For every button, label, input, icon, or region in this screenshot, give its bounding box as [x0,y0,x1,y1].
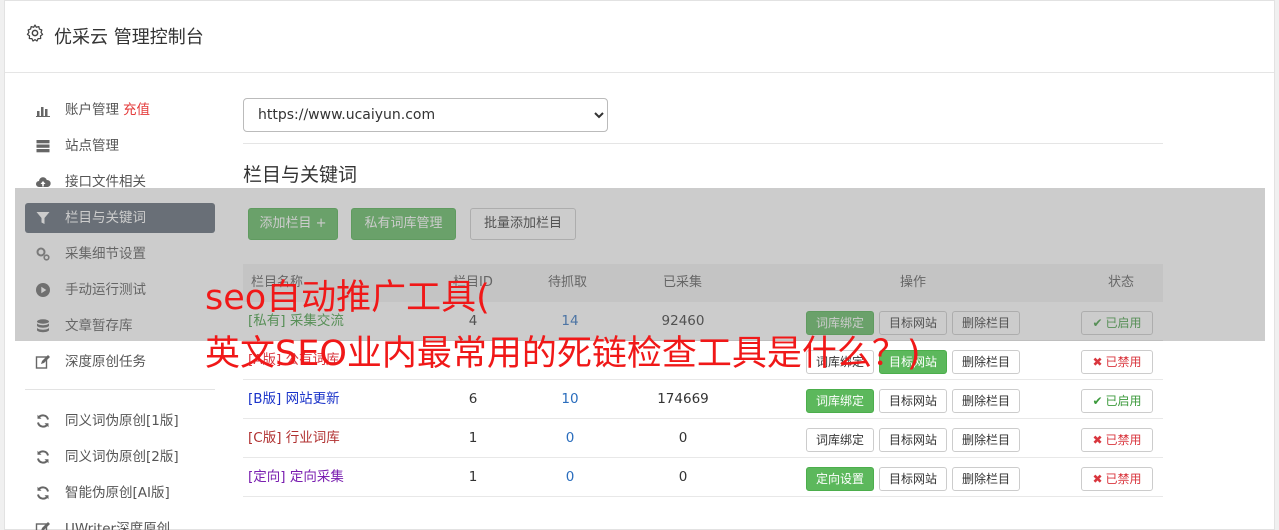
sidebar-divider [25,389,215,390]
delete-column-button[interactable]: 删除栏目 [952,467,1021,491]
sidebar-item-label: 深度原创任务 [65,354,146,370]
column-id: 6 [468,391,478,407]
check-icon: ✔ [1092,394,1103,408]
bind-lib-button[interactable]: 定向设置 [806,467,875,491]
sidebar-item-b0[interactable]: 同义词伪原创[1版] [25,406,215,436]
recharge-link[interactable]: 充值 [123,102,150,118]
status-label: 已启用 [1105,394,1142,408]
status-label: 已禁用 [1105,472,1142,486]
sidebar-item-b3[interactable]: UWriter深度原创 [25,514,215,530]
sidebar-item-1[interactable]: 站点管理 [25,131,215,161]
collected-count: 0 [678,430,688,446]
gear-icon [26,24,44,42]
status-label: 已禁用 [1105,355,1142,369]
sidebar-item-b2[interactable]: 智能伪原创[AI版] [25,478,215,508]
table-row: [B版] 网站更新 6 10 174669 词库绑定 目标网站 删除栏目 ✔ 已启用 [243,380,1163,419]
column-name[interactable]: [B版] 网站更新 [248,380,340,419]
section-title: 栏目与关键词 [243,164,358,186]
sidebar-item-label: 站点管理 [65,138,119,154]
banner-line-1: seo自动推广工具( [205,278,490,318]
status-toggle[interactable]: ✖ 已禁用 [1081,467,1153,491]
status-toggle[interactable]: ✔ 已启用 [1081,389,1153,413]
edit-icon [35,522,50,530]
close-icon: ✖ [1092,472,1103,486]
sidebar-item-0[interactable]: 账户管理 充值 [25,95,215,125]
sidebar-item-label: 智能伪原创[AI版] [65,485,170,501]
close-icon: ✖ [1092,433,1103,447]
sidebar-item-label: 同义词伪原创[2版] [65,449,179,465]
delete-column-button[interactable]: 删除栏目 [952,389,1021,413]
site-select[interactable]: https://www.ucaiyun.com [243,98,608,132]
app-title: 优采云 管理控制台 [54,27,204,48]
refresh-icon [37,450,49,464]
sidebar-item-label: 同义词伪原创[1版] [65,413,179,429]
status-toggle[interactable]: ✖ 已禁用 [1081,350,1153,374]
table-row: [C版] 行业词库 1 0 0 词库绑定 目标网站 删除栏目 ✖ 已禁用 [243,419,1163,458]
close-icon: ✖ [1092,355,1103,369]
bar-chart-icon [36,107,50,117]
bind-lib-button[interactable]: 词库绑定 [806,389,875,413]
column-name[interactable]: [定向] 定向采集 [248,458,344,497]
sidebar-item-7[interactable]: 深度原创任务 [25,347,215,377]
delete-column-button[interactable]: 删除栏目 [952,350,1021,374]
bind-lib-button[interactable]: 词库绑定 [806,428,875,452]
pending-count[interactable]: 0 [545,458,595,497]
status-toggle[interactable]: ✖ 已禁用 [1081,428,1153,452]
target-site-button[interactable]: 目标网站 [879,467,948,491]
target-site-button[interactable]: 目标网站 [879,389,948,413]
status-label: 已禁用 [1105,433,1142,447]
column-id: 1 [468,430,478,446]
column-name[interactable]: [C版] 行业词库 [248,419,340,458]
sidebar-item-label: 账户管理 [65,102,119,118]
server-icon [36,140,50,153]
refresh-icon [37,486,49,500]
table-row: [定向] 定向采集 1 0 0 定向设置 目标网站 删除栏目 ✖ 已禁用 [243,458,1163,497]
divider [243,143,1163,144]
pending-count[interactable]: 0 [545,419,595,458]
refresh-icon [37,414,49,428]
target-site-button[interactable]: 目标网站 [879,428,948,452]
sidebar-item-b1[interactable]: 同义词伪原创[2版] [25,442,215,472]
top-bar: 优采云 管理控制台 [5,1,1274,73]
collected-count: 174669 [657,391,709,407]
banner-line-2: 英文SEO业内最常用的死链检查工具是什么？) [205,334,921,374]
edit-icon [35,355,50,369]
pending-count[interactable]: 10 [545,380,595,419]
collected-count: 0 [678,469,688,485]
delete-column-button[interactable]: 删除栏目 [952,428,1021,452]
overlay-banner: seo自动推广工具( 英文SEO业内最常用的死链检查工具是什么？) [205,270,921,382]
column-id: 1 [468,469,478,485]
sidebar-item-label: UWriter深度原创 [65,521,171,530]
